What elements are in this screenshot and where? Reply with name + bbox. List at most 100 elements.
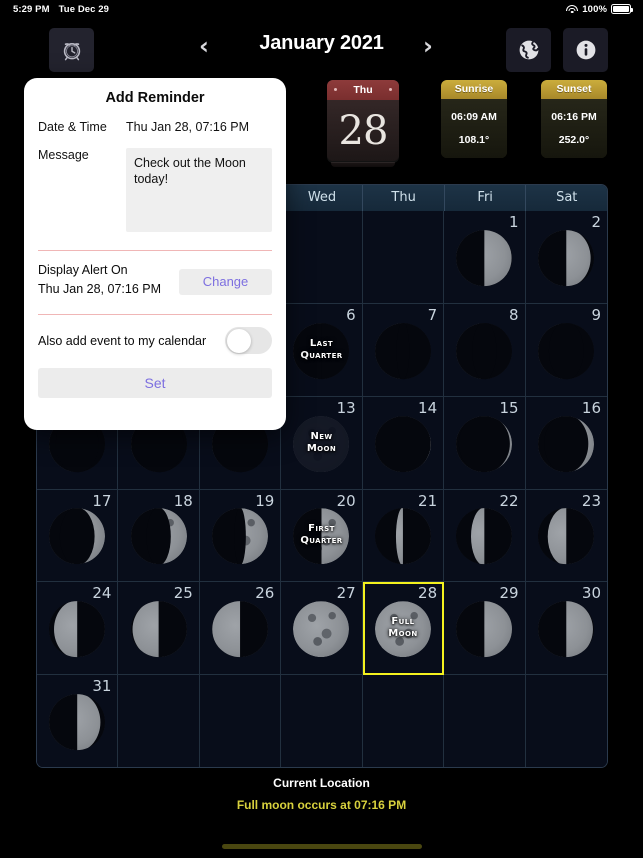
moon-shadow xyxy=(538,508,595,565)
calendar-day-15[interactable]: 15 xyxy=(444,396,526,490)
date-widget[interactable]: Thu 28 xyxy=(327,80,399,161)
calendar-day-1[interactable]: 1 xyxy=(444,211,526,304)
moon-phase-icon xyxy=(212,601,269,658)
day-number: 16 xyxy=(581,398,601,417)
calendar-day-16[interactable]: 16 xyxy=(525,396,607,490)
moon-shadow xyxy=(49,601,106,658)
calendar-day-24[interactable]: 24 xyxy=(37,582,119,676)
moon-phase-label: Last Quarter xyxy=(300,337,343,361)
wifi-icon xyxy=(566,5,579,14)
moon-shadow xyxy=(456,508,513,565)
calendar-day-22[interactable]: 22 xyxy=(444,489,526,583)
calendar-day-18[interactable]: 18 xyxy=(118,489,200,583)
sunrise-widget[interactable]: Sunrise 06:09 AM 108.1° xyxy=(441,80,507,158)
location-button[interactable] xyxy=(506,28,551,72)
calendar-day-31[interactable]: 31 xyxy=(37,675,119,767)
message-label: Message xyxy=(38,148,89,162)
calendar-day-25[interactable]: 25 xyxy=(118,582,200,676)
sunrise-time: 06:09 AM xyxy=(451,110,497,123)
calendar-day-28[interactable]: 28 Full Moon xyxy=(362,582,445,676)
moon-shadow xyxy=(456,415,512,472)
date-time-value[interactable]: Thu Jan 28, 07:16 PM xyxy=(126,120,249,134)
footer: Current Location Full moon occurs at 07:… xyxy=(0,776,643,812)
moon-phase-icon xyxy=(538,508,595,565)
battery-full-icon xyxy=(611,4,633,14)
moon-phase-icon xyxy=(456,322,513,379)
moon-phase-icon xyxy=(456,230,513,287)
calendar-day-8[interactable]: 8 xyxy=(444,303,526,397)
status-bar: 5:29 PM Tue Dec 29 100% xyxy=(0,0,643,18)
moon-phase-icon xyxy=(49,694,106,751)
moon-shadow xyxy=(456,322,513,379)
status-date: Tue Dec 29 xyxy=(58,3,110,15)
day-number: 21 xyxy=(418,491,438,510)
calendar-day-23[interactable]: 23 xyxy=(525,489,607,583)
set-button[interactable]: Set xyxy=(38,368,272,398)
moon-shadow xyxy=(538,322,595,379)
date-widget-day: 28 xyxy=(327,100,399,161)
calendar-day-14[interactable]: 14 xyxy=(362,396,445,490)
moon-event-label: Full moon occurs at 07:16 PM xyxy=(236,798,407,812)
day-number: 9 xyxy=(591,305,601,324)
popup-divider-top xyxy=(38,250,272,251)
moon-phase-icon xyxy=(538,230,595,287)
sunrise-title: Sunrise xyxy=(441,80,507,99)
sunset-widget[interactable]: Sunset 06:16 PM 252.0° xyxy=(541,80,607,158)
weekday-header-fri: Fri xyxy=(444,185,527,211)
moon-shadow xyxy=(49,508,105,565)
calendar-day-empty xyxy=(362,211,445,304)
calendar-day-6[interactable]: 6 Last Quarter xyxy=(281,303,363,397)
moon-shadow xyxy=(374,415,431,472)
moon-phase-icon xyxy=(456,508,513,565)
day-number: 1 xyxy=(509,213,519,231)
home-indicator[interactable] xyxy=(221,844,422,849)
day-number: 7 xyxy=(427,305,438,324)
calendar-day-20[interactable]: 20 First Quarter xyxy=(281,489,363,583)
calendar-day-2[interactable]: 2 xyxy=(525,211,607,304)
display-alert-row: Display Alert On Thu Jan 28, 07:16 PM Ch… xyxy=(38,263,272,296)
current-location-label: Current Location xyxy=(273,776,370,790)
day-number: 23 xyxy=(581,491,601,510)
moon-shadow xyxy=(456,601,513,658)
day-number: 19 xyxy=(255,491,275,510)
info-button[interactable] xyxy=(563,28,608,72)
calendar-day-26[interactable]: 26 xyxy=(199,582,282,676)
moon-shadow xyxy=(456,230,513,287)
calendar-day-7[interactable]: 7 xyxy=(362,303,445,397)
change-button[interactable]: Change xyxy=(179,269,272,295)
popup-divider-bottom xyxy=(38,314,272,315)
message-input[interactable]: Check out the Moon today! xyxy=(126,148,272,232)
date-time-label: Date & Time xyxy=(38,120,107,134)
toolbar: ‹ January 2021 › xyxy=(0,24,643,103)
day-number: 24 xyxy=(92,584,112,603)
calendar-day-empty xyxy=(281,211,363,304)
add-to-calendar-label: Also add event to my calendar xyxy=(38,333,207,348)
date-widget-weekday: Thu xyxy=(327,80,399,100)
calendar-day-13[interactable]: 13 New Moon xyxy=(281,396,363,490)
moon-phase-icon xyxy=(293,601,350,658)
calendar-day-27[interactable]: 27 xyxy=(281,582,363,676)
calendar-day-29[interactable]: 29 xyxy=(444,582,526,676)
calendar-day-30[interactable]: 30 xyxy=(525,582,607,676)
day-number: 25 xyxy=(173,584,193,603)
add-to-calendar-toggle[interactable] xyxy=(225,327,272,354)
moon-shadow xyxy=(130,508,187,565)
day-number: 30 xyxy=(581,584,601,603)
next-month-button[interactable]: › xyxy=(411,30,445,64)
calendar-day-21[interactable]: 21 xyxy=(362,489,445,583)
calendar-day-9[interactable]: 9 xyxy=(525,303,607,397)
calendar-day-17[interactable]: 17 xyxy=(37,489,119,583)
app-root: 5:29 PM Tue Dec 29 100% ‹ January 2021 › xyxy=(0,0,643,858)
add-reminder-popup: Add Reminder Date & Time Thu Jan 28, 07:… xyxy=(24,78,286,430)
day-number: 27 xyxy=(336,584,356,603)
moon-shadow xyxy=(538,415,594,472)
moon-shadow xyxy=(538,601,595,658)
moon-phase-icon xyxy=(49,601,106,658)
moon-phase-icon xyxy=(374,415,431,472)
day-number: 8 xyxy=(509,305,519,324)
add-to-calendar-row: Also add event to my calendar xyxy=(38,327,272,354)
weekday-header-wed: Wed xyxy=(281,185,364,211)
calendar-day-19[interactable]: 19 xyxy=(199,489,282,583)
calendar-day-empty xyxy=(281,675,363,767)
moon-phase-icon xyxy=(212,508,269,565)
